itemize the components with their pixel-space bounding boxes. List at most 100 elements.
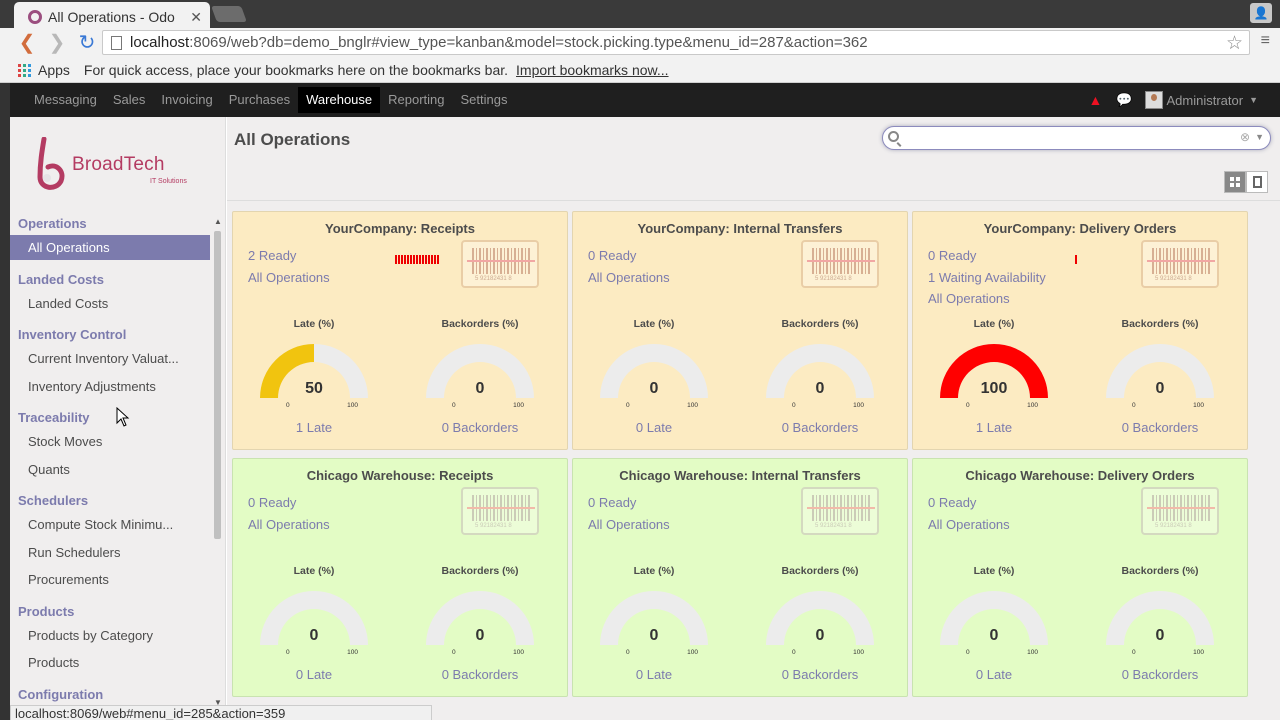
reload-icon[interactable]: ↻	[76, 29, 98, 57]
warning-icon[interactable]: ▲	[1088, 92, 1102, 108]
chevron-down-icon[interactable]: ▼	[1249, 95, 1258, 105]
sidebar-item-inventory-adjustments[interactable]: Inventory Adjustments	[10, 374, 210, 399]
import-bookmarks-link[interactable]: Import bookmarks now...	[516, 62, 669, 78]
operation-card[interactable]: Chicago Warehouse: Receipts 0 Ready All Op…	[232, 458, 568, 697]
sidebar-item-stock-moves[interactable]: Stock Moves	[10, 429, 210, 454]
top-menu-invoicing[interactable]: Invoicing	[153, 87, 220, 113]
backorders-count-link[interactable]: 0 Backorders	[1100, 420, 1220, 435]
late-count-link[interactable]: 0 Late	[254, 667, 374, 682]
late-count-link[interactable]: 0 Late	[934, 667, 1054, 682]
late-count-link[interactable]: 1 Late	[254, 420, 374, 435]
sidebar-item-all-operations[interactable]: All Operations	[10, 235, 210, 260]
tab-close-icon[interactable]: ✕	[190, 9, 202, 26]
avatar[interactable]	[1144, 91, 1163, 109]
new-tab-button[interactable]	[211, 6, 247, 22]
backorders-count-link[interactable]: 0 Backorders	[420, 420, 540, 435]
scroll-up-icon[interactable]: ▲	[214, 217, 222, 226]
user-menu[interactable]: Administrator	[1167, 93, 1244, 108]
search-input[interactable]	[903, 129, 1233, 147]
card-link[interactable]: 0 Ready	[928, 492, 1010, 514]
gauge-min: 0	[452, 402, 456, 409]
gauge-value: 0	[649, 380, 659, 397]
barcode-icon[interactable]: 5 92182431 8	[1141, 487, 1219, 535]
bookmark-star-icon[interactable]: ☆	[1226, 32, 1243, 55]
card-link[interactable]: All Operations	[928, 514, 1010, 536]
operation-card[interactable]: Chicago Warehouse: Internal Transfers 0 R…	[572, 458, 908, 697]
sidebar-item-products-by-category[interactable]: Products by Category	[10, 623, 210, 648]
card-link[interactable]: 0 Ready	[588, 245, 670, 267]
top-menu-settings[interactable]: Settings	[453, 87, 516, 113]
barcode-icon[interactable]: 5 92182431 8	[1141, 240, 1219, 288]
backorders-gauge: Backorders (%) 0 0 100	[760, 565, 880, 656]
top-menu-messaging[interactable]: Messaging	[26, 87, 105, 113]
backorders-count-link[interactable]: 0 Backorders	[760, 667, 880, 682]
card-link[interactable]: 1 Waiting Availability	[928, 267, 1046, 289]
gauge-max: 100	[1193, 649, 1204, 656]
sparkline-bar	[425, 255, 427, 264]
profile-icon[interactable]: 👤	[1250, 3, 1272, 23]
barcode-icon[interactable]: 5 92182431 8	[801, 487, 879, 535]
late-count-link[interactable]: 1 Late	[934, 420, 1054, 435]
top-menu-reporting[interactable]: Reporting	[380, 87, 452, 113]
barcode-icon[interactable]: 5 92182431 8	[461, 487, 539, 535]
backorders-count-link[interactable]: 0 Backorders	[1100, 667, 1220, 682]
operation-card[interactable]: YourCompany: Delivery Orders 0 Ready 1 Wai…	[912, 211, 1248, 450]
sidebar-item-current-inventory-valuat[interactable]: Current Inventory Valuat...	[10, 346, 210, 371]
bookmark-apps[interactable]: Apps	[38, 62, 70, 78]
sidebar-scrollbar[interactable]: ▲ ▼	[213, 217, 222, 707]
clear-search-icon[interactable]: ⊗	[1240, 130, 1250, 144]
card-link[interactable]: 0 Ready	[248, 492, 330, 514]
card-title[interactable]: YourCompany: Receipts	[233, 221, 567, 236]
search-options-icon[interactable]: ▼	[1255, 132, 1264, 142]
search-box[interactable]: ⊗ ▼	[882, 126, 1271, 150]
top-menu-purchases[interactable]: Purchases	[221, 87, 298, 113]
browser-tab[interactable]: All Operations - Odo ✕	[14, 2, 210, 28]
late-count-link[interactable]: 0 Late	[594, 667, 714, 682]
gauge-value: 0	[1155, 627, 1165, 644]
card-link[interactable]: 2 Ready	[248, 245, 330, 267]
card-link[interactable]: All Operations	[248, 514, 330, 536]
sidebar-item-products[interactable]: Products	[10, 650, 210, 675]
operation-card[interactable]: YourCompany: Receipts 2 Ready All Operatio…	[232, 211, 568, 450]
form-view-button[interactable]	[1246, 171, 1268, 193]
barcode-icon[interactable]: 5 92182431 8	[801, 240, 879, 288]
company-logo[interactable]: BroadTech IT Solutions	[30, 137, 200, 197]
kanban-view-button[interactable]	[1224, 171, 1246, 193]
sidebar-item-run-schedulers[interactable]: Run Schedulers	[10, 540, 210, 565]
scroll-thumb[interactable]	[214, 231, 221, 539]
chat-icon[interactable]: 💬	[1116, 92, 1132, 108]
gauge-value: 0	[309, 627, 319, 644]
card-title[interactable]: YourCompany: Internal Transfers	[573, 221, 907, 236]
apps-grid-icon[interactable]	[18, 63, 31, 77]
card-link[interactable]: All Operations	[928, 288, 1046, 310]
late-count-link[interactable]: 0 Late	[594, 420, 714, 435]
backorders-count-link[interactable]: 0 Backorders	[760, 420, 880, 435]
card-title[interactable]: Chicago Warehouse: Receipts	[233, 468, 567, 483]
top-menu-sales[interactable]: Sales	[105, 87, 154, 113]
backorders-count-link[interactable]: 0 Backorders	[420, 667, 540, 682]
address-bar[interactable]: localhost:8069/web?db=demo_bnglr#view_ty…	[102, 30, 1250, 55]
forward-arrow-icon[interactable]: ❯	[46, 29, 68, 57]
back-arrow-icon[interactable]: ❮	[16, 29, 38, 57]
barcode-icon[interactable]: 5 92182431 8	[461, 240, 539, 288]
card-title[interactable]: Chicago Warehouse: Internal Transfers	[573, 468, 907, 483]
card-link[interactable]: All Operations	[588, 514, 670, 536]
card-title[interactable]: YourCompany: Delivery Orders	[913, 221, 1247, 236]
operation-card[interactable]: Chicago Warehouse: Delivery Orders 0 Read…	[912, 458, 1248, 697]
sidebar-item-compute-stock-minimu[interactable]: Compute Stock Minimu...	[10, 512, 210, 537]
card-link[interactable]: 0 Ready	[928, 245, 1046, 267]
late-gauge: Late (%) 100 0 100	[934, 318, 1054, 409]
operation-card[interactable]: YourCompany: Internal Transfers 0 Ready Al…	[572, 211, 908, 450]
gauge-max: 100	[853, 649, 864, 656]
card-link[interactable]: All Operations	[588, 267, 670, 289]
sidebar-item-landed-costs[interactable]: Landed Costs	[10, 291, 210, 316]
card-link[interactable]: All Operations	[248, 267, 330, 289]
browser-menu-icon[interactable]: ≡	[1261, 33, 1270, 49]
top-menu-warehouse[interactable]: Warehouse	[298, 87, 381, 113]
card-title[interactable]: Chicago Warehouse: Delivery Orders	[913, 468, 1247, 483]
card-link[interactable]: 0 Ready	[588, 492, 670, 514]
sidebar-item-quants[interactable]: Quants	[10, 457, 210, 482]
sparkline-bar	[1075, 255, 1077, 264]
sparkline-bar	[434, 255, 436, 264]
sidebar-item-procurements[interactable]: Procurements	[10, 567, 210, 592]
